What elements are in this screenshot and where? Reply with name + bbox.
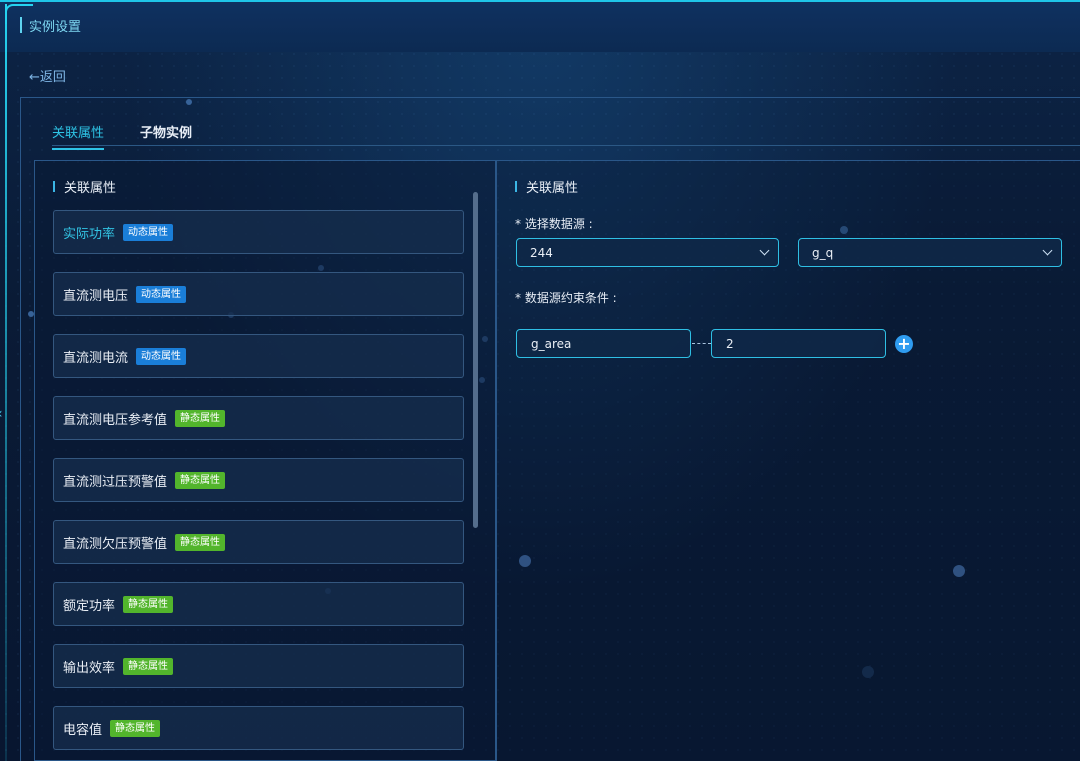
constraint-key-input[interactable]: g_area: [516, 329, 691, 358]
attribute-name: 额定功率: [63, 598, 116, 614]
attribute-type-badge: 动态属性: [136, 285, 187, 303]
datasource-label: * 选择数据源 :: [515, 217, 593, 231]
datasource-field-value: g_q: [812, 245, 834, 260]
attribute-item[interactable]: 直流测电压参考值 静态属性: [53, 396, 464, 440]
attribute-name: 直流测过压预警值: [63, 474, 168, 490]
left-section-title: 关联属性: [64, 181, 117, 196]
datasource-select-value: 244: [530, 245, 553, 260]
datasource-field-select[interactable]: g_q: [798, 238, 1062, 267]
back-link[interactable]: ←返回: [29, 66, 66, 85]
attribute-name: 直流测电压: [63, 288, 129, 304]
page-title-bar: 实例设置: [20, 16, 82, 35]
attribute-type-badge: 静态属性: [123, 595, 174, 613]
datasource-select[interactable]: 244: [516, 238, 779, 267]
right-section-title: 关联属性: [526, 181, 579, 196]
attribute-type-badge: 静态属性: [175, 471, 226, 489]
attribute-list: 实际功率 动态属性 直流测电压 动态属性 直流测电流 动态属性 直流测电压参考值…: [53, 210, 464, 761]
attribute-name: 输出效率: [63, 660, 116, 676]
constraint-connector: [692, 343, 711, 344]
attribute-name: 直流测欠压预警值: [63, 536, 168, 552]
attribute-item[interactable]: 直流测欠压预警值 静态属性: [53, 520, 464, 564]
attribute-name: 电容值: [63, 722, 103, 738]
chevron-down-icon: [759, 245, 770, 256]
top-frame: [0, 0, 1080, 52]
left-section-header: 关联属性: [53, 177, 116, 196]
constraint-value-input[interactable]: 2: [711, 329, 886, 358]
chevron-down-icon: [1042, 245, 1053, 256]
add-constraint-button[interactable]: +: [895, 335, 913, 353]
attribute-item[interactable]: 输出效率 静态属性: [53, 644, 464, 688]
page-title: 实例设置: [29, 19, 82, 35]
list-scrollbar[interactable]: [473, 192, 478, 528]
attribute-type-badge: 静态属性: [175, 409, 226, 427]
attribute-name: 实际功率: [63, 226, 116, 242]
constraint-label: * 数据源约束条件 :: [515, 291, 617, 305]
section-marker: [53, 181, 55, 192]
attribute-item[interactable]: 直流测电压 动态属性: [53, 272, 464, 316]
attribute-type-badge: 静态属性: [123, 657, 174, 675]
attribute-type-badge: 静态属性: [175, 533, 226, 551]
left-frame-line: [5, 4, 7, 761]
attribute-item[interactable]: 直流测过压预警值 静态属性: [53, 458, 464, 502]
tab-divider: [52, 145, 1080, 146]
attribute-item[interactable]: 额定功率 静态属性: [53, 582, 464, 626]
attribute-type-badge: 动态属性: [136, 347, 187, 365]
title-marker: [20, 17, 22, 33]
attribute-type-badge: 静态属性: [110, 719, 161, 737]
right-section-header: 关联属性: [515, 177, 578, 196]
chevron-left-icon[interactable]: ‹: [0, 406, 3, 422]
plus-icon: +: [897, 334, 911, 353]
section-marker: [515, 181, 517, 192]
attribute-type-badge: 动态属性: [123, 223, 174, 241]
attribute-name: 直流测电流: [63, 350, 129, 366]
attribute-item[interactable]: 实际功率 动态属性: [53, 210, 464, 254]
attribute-item[interactable]: 电容值 静态属性: [53, 706, 464, 750]
attribute-name: 直流测电压参考值: [63, 412, 168, 428]
attribute-item[interactable]: 直流测电流 动态属性: [53, 334, 464, 378]
